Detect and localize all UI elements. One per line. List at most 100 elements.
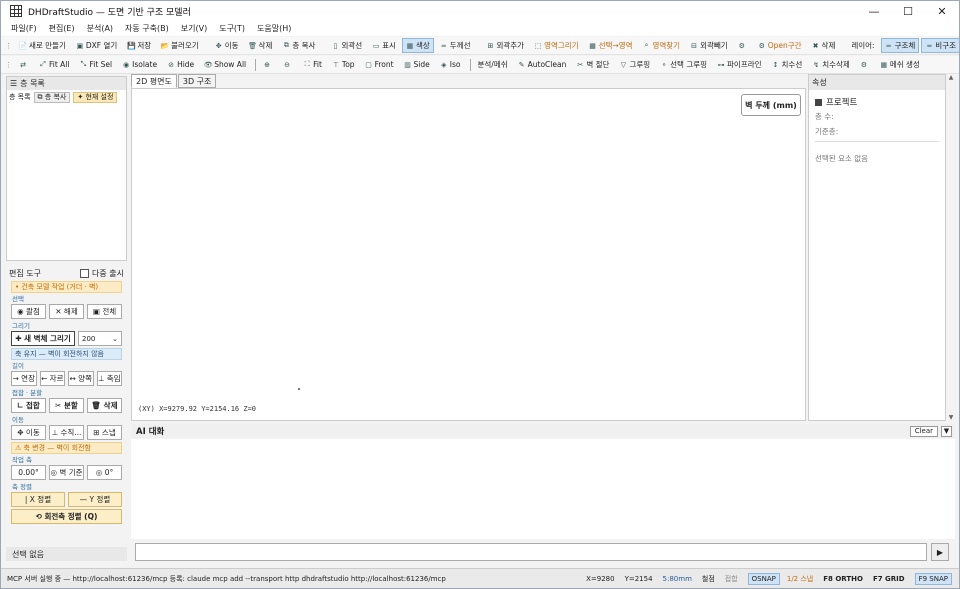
extend-button[interactable]: → 연장 (11, 371, 37, 386)
floor-copy-pill[interactable]: ⧉ 층 복사 (33, 91, 71, 103)
pipeline-button[interactable]: ⊶ 파이프라인 (713, 57, 766, 72)
x-align-button[interactable]: | X 정렬 (11, 492, 65, 507)
edit-tools-header: 편집 도구 다중 출시 (6, 265, 127, 281)
rotate-axis-align-button[interactable]: ⟲ 회전축 정렬 (Q) (11, 509, 122, 524)
current-setting-pill[interactable]: ✦ 현재 설정 (73, 91, 118, 103)
select-grouping-button[interactable]: ⚬ 선택 그루핑 (656, 57, 711, 72)
draw-region-button[interactable]: ⬚ 영역그리기 (530, 38, 583, 53)
chevron-down-icon[interactable]: ▼ (941, 425, 952, 437)
load-button[interactable]: 📂 불러오기 (157, 38, 203, 53)
menu-autobuild[interactable]: 자동 구축(B) (125, 23, 169, 34)
iso-view-button[interactable]: ◈ Iso (436, 57, 465, 72)
menu-analysis[interactable]: 분석(A) (87, 23, 113, 34)
menu-help[interactable]: 도움말(H) (257, 23, 291, 34)
scroll-up-icon[interactable]: ▲ (949, 74, 954, 81)
deselect-button[interactable]: ✕ 해제 (49, 304, 84, 319)
menu-file[interactable]: 파일(F) (11, 23, 37, 34)
close-button[interactable]: ✕ (925, 1, 959, 21)
half-snap-toggle[interactable]: 1/2 스냅 (787, 574, 813, 584)
move-wall-button[interactable]: ✥ 이동 (11, 425, 46, 440)
move-button[interactable]: ✥ 이동 (211, 38, 243, 53)
snap-button[interactable]: ⊞ 스냅 (87, 425, 122, 440)
outline-button[interactable]: ▯ 외곽선 (327, 38, 366, 53)
mesh-generate-button[interactable]: ▦ 메쉬 생성 (876, 57, 924, 72)
open-dxf-button[interactable]: ▣ DXF 열기 (72, 38, 121, 53)
mesh-settings-button[interactable]: ⚙ (856, 57, 874, 72)
front-view-button[interactable]: ▢ Front (361, 57, 398, 72)
autoclean-button[interactable]: ✎ AutoClean (514, 57, 571, 72)
wall-thickness-button[interactable]: 벽 두께 (mm) (741, 94, 801, 116)
delete-button[interactable]: 🗑 삭제 (245, 38, 277, 53)
swap-button[interactable]: ⇄ (15, 57, 33, 72)
minimize-button[interactable]: — (857, 1, 891, 21)
open-segment-button[interactable]: ⚙ Open구간 (754, 38, 806, 53)
dimension-button[interactable]: ↕ 치수선 (768, 57, 807, 72)
zoom-out-button[interactable]: ⊖ (279, 57, 297, 72)
select-all-button[interactable]: ▣ 전체 (87, 304, 122, 319)
new-file-button[interactable]: 📄 새로 만들기 (15, 38, 70, 53)
tab-3d-structure[interactable]: 3D 구조 (177, 74, 217, 88)
join-button[interactable]: ∟ 접합 (11, 398, 46, 413)
ortho-toggle[interactable]: F8 ORTHO (823, 575, 863, 583)
wall-thickness-select[interactable]: 200 ⌄ (78, 331, 122, 346)
menu-edit[interactable]: 편집(E) (49, 23, 75, 34)
zoom-in-button[interactable]: ⊕ (259, 57, 277, 72)
fit-sel-button[interactable]: ⤡ Fit Sel (75, 57, 116, 72)
top-view-button[interactable]: ⊤ Top (328, 57, 359, 72)
color-button[interactable]: ▦ 색상 (401, 38, 434, 53)
hide-button[interactable]: ⊘ Hide (163, 57, 198, 72)
layer-structure-button[interactable]: ═ 구조체 (880, 38, 920, 53)
properties-scrollbar[interactable]: ▲ ▼ (946, 74, 956, 421)
grouping-button[interactable]: ▽ 그루핑 (615, 57, 654, 72)
scroll-down-icon[interactable]: ▼ (949, 414, 954, 421)
status-snap-point[interactable]: 철점 (702, 574, 715, 584)
tab-2d-plan[interactable]: 2D 평면도 (131, 74, 177, 88)
split-button[interactable]: ✂ 분할 (49, 398, 84, 413)
toolbar-grip[interactable]: ⋮ (5, 61, 12, 69)
status-join[interactable]: 접합 (725, 574, 738, 584)
both-button[interactable]: ↔ 양쪽 (68, 371, 94, 386)
grid-toggle[interactable]: F7 GRID (873, 575, 905, 583)
delete-segment-button[interactable]: ✖ 삭제 (808, 38, 840, 53)
thick-line-button[interactable]: ═ 두께선 (436, 38, 475, 53)
trim-button[interactable]: ← 자르 (39, 371, 65, 386)
drawing-canvas[interactable]: 벽 두께 (mm) (XY) X=9279.92 Y=2154.16 Z=0 (131, 88, 806, 421)
side-view-button[interactable]: ▥ Side (400, 57, 434, 72)
floor-copy-button[interactable]: ⧉ 층 복사 (278, 38, 319, 53)
clear-button[interactable]: Clear (909, 425, 938, 437)
multi-checkbox[interactable]: 다중 출시 (80, 268, 124, 279)
maximize-button[interactable]: ☐ (891, 1, 925, 21)
zero-degree-button[interactable]: ◎ 0° (87, 465, 122, 480)
find-region-button[interactable]: ⌕ 영역찾기 (638, 38, 684, 53)
ai-chat-input[interactable] (135, 543, 927, 561)
shrink-button[interactable]: ⊥ 축임 (96, 371, 122, 386)
angle-field[interactable]: 0.00° (11, 465, 46, 480)
dimension-delete-button[interactable]: ↯ 치수삭제 (808, 57, 854, 72)
length-row: → 연장 ← 자르 ↔ 양쪽 ⊥ 축임 (6, 371, 127, 386)
new-wall-button[interactable]: ✚ 새 벽체 그리기 (11, 331, 75, 346)
fit-button[interactable]: ⛶ Fit (299, 57, 326, 72)
display-button[interactable]: ▭ 표시 (368, 38, 400, 53)
wall-reference-button[interactable]: ◎ 벽 기준 (49, 465, 84, 480)
menu-tools[interactable]: 도구(T) (219, 23, 245, 34)
select-point-button[interactable]: ◉ 콸점 (11, 304, 46, 319)
add-outline-button[interactable]: ⊞ 외곽추가 (482, 38, 528, 53)
subtract-outline-button[interactable]: ⊟ 외곽빼기 (686, 38, 732, 53)
menu-view[interactable]: 보기(V) (181, 23, 207, 34)
vertical-button[interactable]: ⊥ 수직... (49, 425, 84, 440)
join-row: ∟ 접합 ✂ 분할 🗑 삭제 (6, 398, 127, 413)
toolbar-grip[interactable]: ⋮ (5, 42, 12, 50)
save-button[interactable]: 💾 저장 (123, 38, 155, 53)
y-align-button[interactable]: — Y 정렬 (68, 492, 122, 507)
snap-toggle[interactable]: F9 SNAP (914, 572, 952, 585)
settings-button[interactable]: ⚙ (734, 38, 752, 53)
delete-wall-button[interactable]: 🗑 삭제 (87, 398, 122, 413)
wall-cut-button[interactable]: ✂ 벽 절단 (572, 57, 613, 72)
fit-all-button[interactable]: ⤢ Fit All (35, 57, 73, 72)
isolate-button[interactable]: ◉ Isolate (118, 57, 161, 72)
select-to-region-button[interactable]: ▦ 선택→영역 (585, 38, 637, 53)
show-all-button[interactable]: 👁 Show All (200, 57, 250, 72)
send-button[interactable]: ▶ (931, 543, 949, 561)
osnap-toggle[interactable]: OSNAP (747, 572, 780, 585)
layer-nonstructure-button[interactable]: ═ 비구조 (921, 38, 959, 53)
